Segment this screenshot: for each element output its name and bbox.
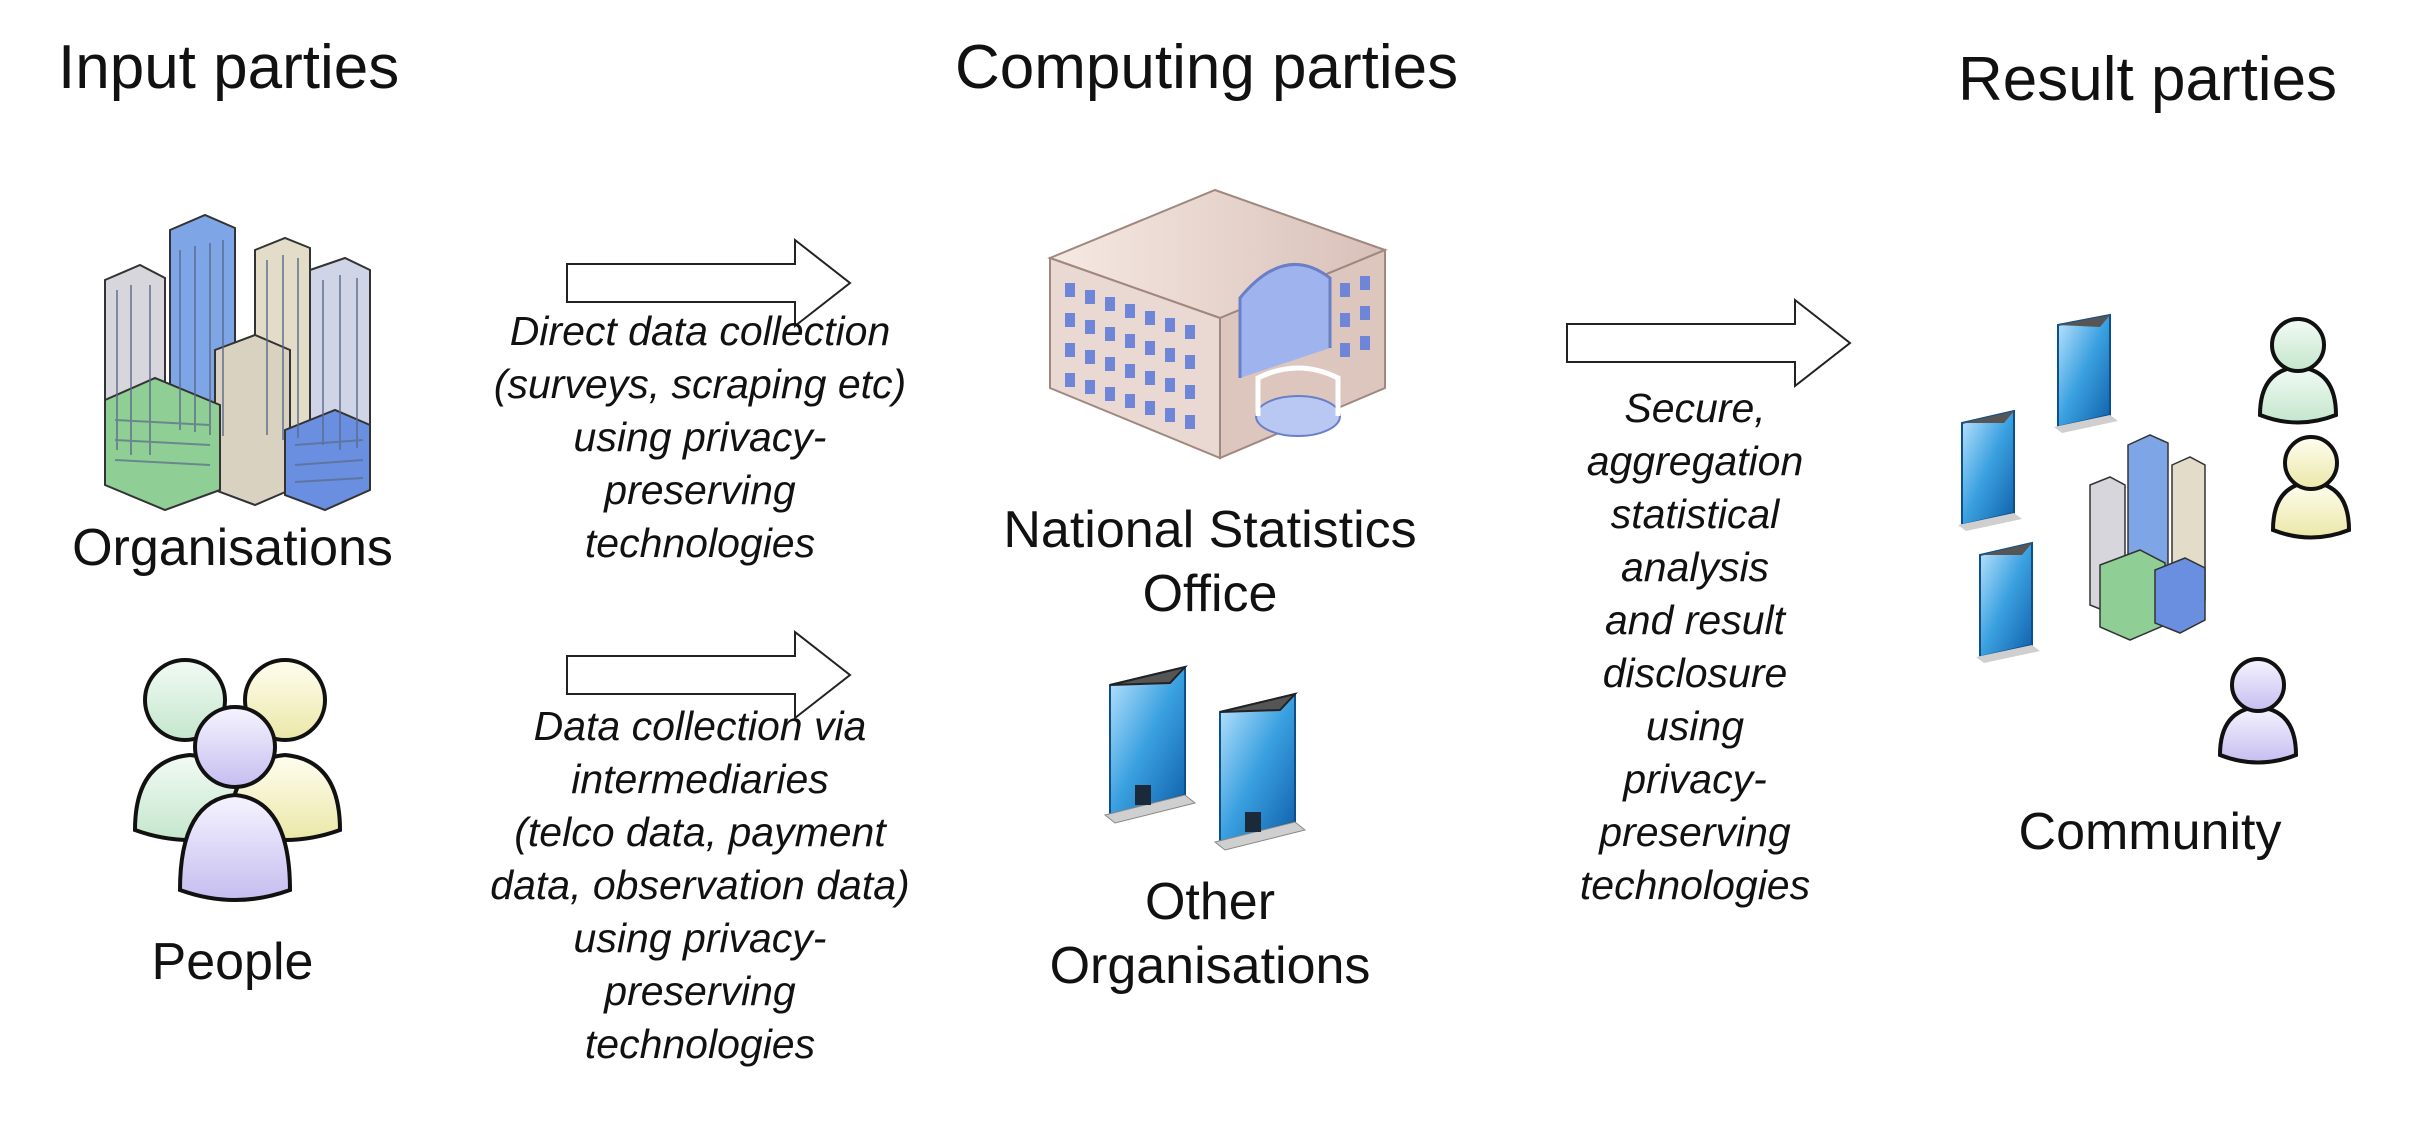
- other-organisations-label-line: Organisations: [1049, 937, 1371, 995]
- community-icon: [1958, 313, 2352, 765]
- nso-label-line: Office: [1142, 565, 1278, 623]
- secure-aggregation-line: privacy-: [1623, 756, 1767, 802]
- secure-aggregation-line: analysis: [1620, 544, 1770, 590]
- secure-aggregation-line: Secure,: [1624, 385, 1766, 431]
- intermediary-collection-line: preserving: [604, 968, 796, 1014]
- nso-label-line: National Statistics: [1003, 501, 1417, 559]
- secure-aggregation-line: statistical: [1610, 491, 1780, 537]
- secure-aggregation-line: aggregation: [1586, 438, 1804, 484]
- other-organisations-label: Other Organisations: [960, 870, 1460, 998]
- direct-collection-line: (surveys, scraping etc): [493, 361, 907, 407]
- nso-label: National Statistics Office: [960, 498, 1460, 626]
- secure-aggregation-line: preserving: [1599, 809, 1791, 855]
- secure-aggregation-line: and result: [1604, 597, 1786, 643]
- intermediary-collection-line: data, observation data): [490, 862, 910, 908]
- people-group-icon: [132, 658, 343, 902]
- secure-aggregation-line: technologies: [1579, 862, 1811, 908]
- glass-tower-icon: [1213, 692, 1307, 851]
- secure-aggregation-line: disclosure: [1602, 650, 1788, 696]
- secure-aggregation-line: using: [1645, 703, 1744, 749]
- organisations-label: Organisations: [72, 519, 393, 577]
- direct-collection-line: preserving: [604, 467, 796, 513]
- city-buildings-icon: [104, 213, 371, 512]
- secure-aggregation-text: Secure, aggregation statistical analysis…: [1530, 382, 1860, 912]
- direct-collection-line: Direct data collection: [509, 308, 891, 354]
- heading-result-parties: Result parties: [1958, 45, 2338, 114]
- office-building-icon: [1047, 188, 1388, 460]
- direct-collection-line: using privacy-: [573, 414, 827, 460]
- intermediary-collection-line: (telco data, payment: [514, 809, 886, 855]
- glass-tower-icon: [1103, 665, 1197, 824]
- arrow-secure-aggregation: [1566, 297, 1852, 389]
- heading-input-parties: Input parties: [58, 33, 400, 102]
- heading-computing-parties: Computing parties: [955, 33, 1459, 102]
- intermediary-collection-line: intermediaries: [571, 756, 829, 802]
- people-label: People: [151, 933, 314, 991]
- community-label: Community: [2018, 803, 2282, 861]
- intermediary-collection-line: using privacy-: [573, 915, 827, 961]
- direct-collection-line: technologies: [584, 520, 816, 566]
- intermediary-collection-text: Data collection via intermediaries (telc…: [450, 700, 950, 1071]
- intermediary-collection-line: Data collection via: [533, 703, 867, 749]
- direct-collection-text: Direct data collection (surveys, scrapin…: [450, 305, 950, 570]
- intermediary-collection-line: technologies: [584, 1021, 816, 1067]
- glass-tower-icon: [2054, 313, 2118, 433]
- other-organisations-label-line: Other: [1144, 873, 1276, 931]
